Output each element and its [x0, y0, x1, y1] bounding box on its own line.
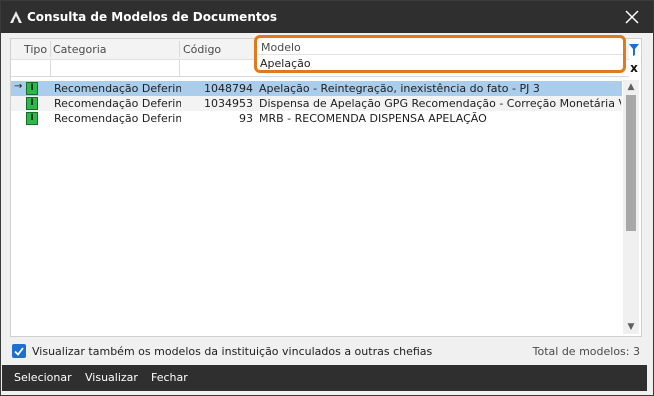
- select-button[interactable]: Selecionar: [14, 371, 72, 384]
- cell-categoria: Recomendação Deferime: [54, 82, 181, 95]
- cell-categoria: Recomendação Deferime: [54, 97, 181, 110]
- scrollbar-thumb[interactable]: [626, 95, 636, 231]
- cell-categoria: Recomendação Deferime: [54, 112, 181, 125]
- vertical-scrollbar[interactable]: ▲ ▼: [623, 80, 639, 334]
- column-header-codigo[interactable]: Código: [183, 43, 221, 56]
- column-divider: [179, 60, 180, 76]
- close-icon[interactable]: [623, 8, 641, 26]
- modelo-filter-input[interactable]: [260, 56, 615, 70]
- grid-rows: → I Recomendação Deferime 1048794 Apelaç…: [11, 81, 622, 331]
- modelo-filter-highlight: Modelo: [254, 35, 626, 73]
- table-row[interactable]: I Recomendação Deferime 1034953 Dispensa…: [11, 96, 622, 111]
- column-divider: [179, 41, 180, 57]
- chevron-down-icon[interactable]: ▼: [623, 320, 639, 334]
- close-button[interactable]: Fechar: [151, 371, 188, 384]
- column-divider: [50, 60, 51, 76]
- checkmark-icon: [14, 347, 24, 356]
- cell-codigo: 93: [239, 112, 253, 125]
- tipo-badge: I: [26, 112, 38, 125]
- filter-divider: [257, 54, 623, 55]
- title-bar: Consulta de Modelos de Documentos: [1, 1, 653, 33]
- column-header-modelo[interactable]: Modelo: [261, 41, 301, 54]
- cell-codigo: 1048794: [204, 82, 253, 95]
- action-bar: Selecionar Visualizar Fechar: [2, 365, 647, 391]
- window-title: Consulta de Modelos de Documentos: [27, 10, 277, 24]
- column-header-tipo[interactable]: Tipo: [24, 43, 47, 56]
- models-grid: Tipo Categoria Código Modelo x → I Recom…: [10, 35, 642, 337]
- show-other-models-label: Visualizar também os modelos da institui…: [32, 345, 433, 358]
- chevron-up-icon[interactable]: ▲: [623, 80, 639, 94]
- column-divider: [50, 41, 51, 57]
- table-row[interactable]: I Recomendação Deferime 93 MRB - RECOMEN…: [11, 111, 622, 126]
- show-other-models-checkbox[interactable]: [12, 344, 26, 358]
- tipo-badge: I: [26, 97, 38, 110]
- dialog-window: Consulta de Modelos de Documentos Tipo C…: [0, 0, 654, 396]
- cell-modelo: Dispensa de Apelação GPG Recomendação - …: [259, 97, 621, 110]
- current-row-marker: →: [14, 81, 23, 92]
- clear-filter-button[interactable]: x: [628, 62, 640, 74]
- cell-modelo: Apelação - Reintegração, inexistência do…: [259, 82, 540, 95]
- filter-icon[interactable]: [628, 43, 640, 57]
- tipo-badge: I: [26, 82, 38, 95]
- view-button[interactable]: Visualizar: [85, 371, 138, 384]
- table-row[interactable]: → I Recomendação Deferime 1048794 Apelaç…: [11, 81, 622, 96]
- app-logo-icon: [10, 11, 22, 23]
- cell-codigo: 1034953: [204, 97, 253, 110]
- cell-modelo: MRB - RECOMENDA DISPENSA APELAÇÃO: [259, 112, 487, 125]
- column-header-categoria[interactable]: Categoria: [53, 43, 107, 56]
- total-models-count: Total de modelos: 3: [532, 345, 640, 358]
